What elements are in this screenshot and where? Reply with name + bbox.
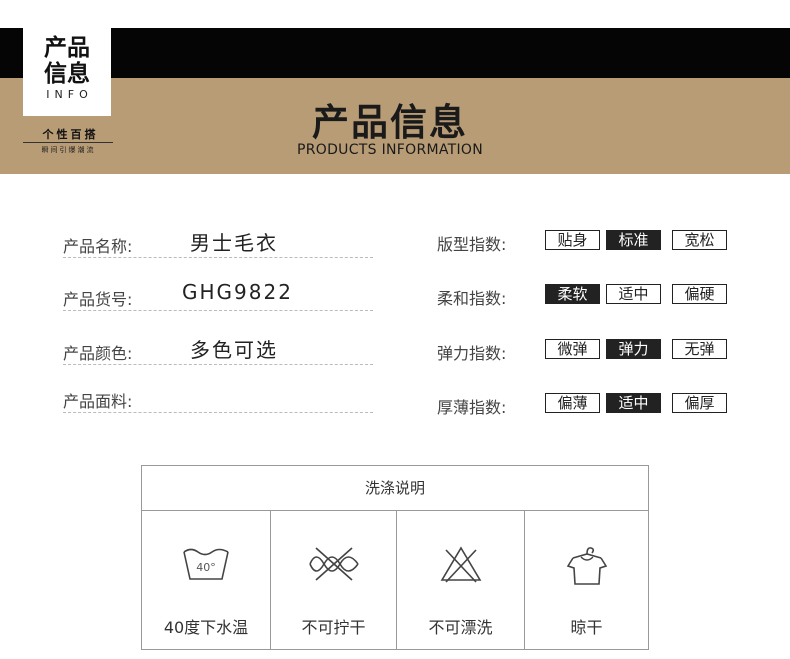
tagline: 个性百搭 (42, 128, 99, 141)
info-row-sku: 产品货号: GHG9822 (63, 280, 373, 311)
wash-40-icon: 40° (183, 548, 229, 580)
do-not-bleach-icon (440, 546, 481, 583)
index-option: 偏薄 (545, 393, 600, 413)
info-label: 产品面料: (63, 392, 133, 411)
dashed-divider (63, 257, 373, 258)
info-row-fabric: 产品面料: (63, 384, 373, 413)
info-value-color: 多色可选 (190, 338, 278, 362)
index-option: 微弹 (545, 339, 600, 359)
info-row-name: 产品名称: 男士毛衣 (63, 229, 373, 258)
index-option: 宽松 (672, 230, 727, 250)
care-item-no-wring: 不可拧干 (270, 510, 396, 649)
info-value-name: 男士毛衣 (190, 231, 278, 255)
care-instructions: 洗涤说明 40° 40度下水温 不可拧干 不可漂洗 晾干 (141, 465, 649, 650)
care-label: 不可拧干 (301, 618, 366, 637)
index-label: 弹力指数: (437, 344, 507, 363)
info-row-color: 产品颜色: 多色可选 (63, 336, 373, 365)
care-label: 不可漂洗 (428, 618, 493, 637)
care-item-wash-40: 40° 40度下水温 (142, 510, 270, 649)
header-banner-dark (0, 28, 790, 78)
index-option-selected: 弹力 (606, 339, 661, 359)
info-badge: 产品 信息 INFO (23, 28, 111, 116)
svg-text:40°: 40° (196, 561, 216, 574)
index-option-selected: 柔软 (545, 284, 600, 304)
care-label: 40度下水温 (163, 618, 249, 637)
page-title: 产品信息 (312, 101, 468, 144)
index-row-elasticity: 弹力指数: 微弹 弹力 无弹 (437, 339, 737, 367)
care-item-no-bleach: 不可漂洗 (396, 510, 524, 649)
dashed-divider (63, 364, 373, 365)
do-not-wring-icon (308, 547, 359, 581)
care-title: 洗涤说明 (142, 466, 648, 511)
badge-sub: INFO (46, 88, 93, 101)
index-row-fit: 版型指数: 贴身 标准 宽松 (437, 230, 737, 258)
info-label: 产品名称: (63, 237, 133, 256)
dashed-divider (63, 412, 373, 413)
index-label: 厚薄指数: (437, 398, 507, 417)
index-option: 适中 (606, 284, 661, 304)
index-option: 偏硬 (672, 284, 727, 304)
index-option: 贴身 (545, 230, 600, 250)
info-label: 产品货号: (63, 290, 133, 309)
badge-line-1: 产品 (44, 35, 90, 61)
index-option: 偏厚 (672, 393, 727, 413)
badge-line-2: 信息 (44, 61, 90, 87)
index-row-thickness: 厚薄指数: 偏薄 适中 偏厚 (437, 393, 737, 421)
tagline-sub: 瞬间引爆潮流 (41, 146, 96, 154)
care-label: 晾干 (570, 618, 603, 637)
index-row-softness: 柔和指数: 柔软 适中 偏硬 (437, 284, 737, 312)
page-subtitle: PRODUCTS INFORMATION (296, 142, 484, 158)
hang-dry-icon (566, 547, 607, 585)
info-value-sku: GHG9822 (182, 280, 293, 304)
care-item-hang-dry: 晾干 (524, 510, 648, 649)
index-option-selected: 适中 (606, 393, 661, 413)
info-label: 产品颜色: (63, 344, 133, 363)
index-label: 版型指数: (437, 235, 507, 254)
index-option: 无弹 (672, 339, 727, 359)
dashed-divider (63, 310, 373, 311)
tagline-divider (23, 142, 113, 143)
index-label: 柔和指数: (437, 289, 507, 308)
index-option-selected: 标准 (606, 230, 661, 250)
